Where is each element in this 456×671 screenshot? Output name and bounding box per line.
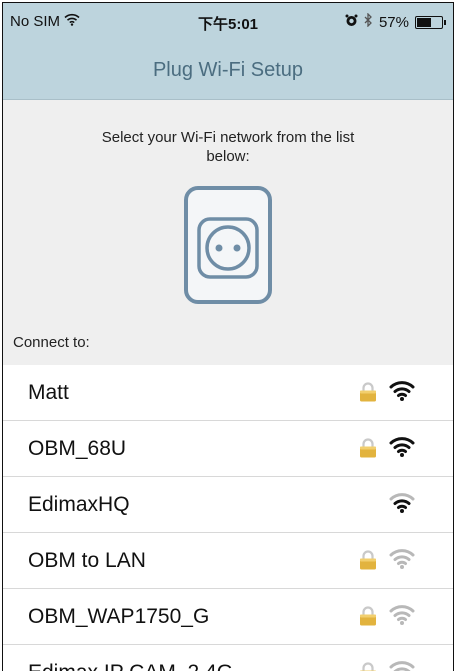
screen: No SIM 下午5:01	[2, 2, 454, 671]
battery-percent: 57%	[379, 14, 409, 31]
setup-panel: Select your Wi-Fi network from the list …	[3, 100, 453, 365]
network-row[interactable]: Edimax IP CAM_2.4G	[3, 645, 453, 671]
wifi-signal-icon	[389, 548, 415, 575]
network-name: EdimaxHQ	[28, 493, 130, 517]
network-name: Matt	[28, 381, 69, 405]
network-name: OBM to LAN	[28, 549, 146, 573]
wifi-signal-icon	[389, 436, 415, 463]
alarm-icon	[345, 14, 358, 31]
bluetooth-icon	[364, 13, 373, 31]
network-row[interactable]: OBM_WAP1750_G	[3, 589, 453, 645]
instruction-text: Select your Wi-Fi network from the list …	[93, 128, 363, 166]
network-row[interactable]: EdimaxHQ	[3, 477, 453, 533]
lock-icon	[359, 606, 377, 631]
network-row[interactable]: OBM to LAN	[3, 533, 453, 589]
wifi-signal-icon	[389, 604, 415, 631]
connect-to-label: Connect to:	[13, 334, 90, 351]
network-row[interactable]: OBM_68U	[3, 421, 453, 477]
smart-plug-icon	[183, 185, 273, 310]
status-bar: No SIM 下午5:01	[3, 3, 453, 41]
battery-icon	[415, 16, 443, 29]
wifi-signal-icon	[389, 380, 415, 407]
network-list: Matt OBM_68U EdimaxHQ OBM to LAN OBM_WAP1750…	[3, 365, 453, 671]
network-name: OBM_WAP1750_G	[28, 605, 209, 629]
lock-icon	[359, 550, 377, 575]
wifi-signal-icon	[389, 492, 415, 519]
battery-fill	[417, 18, 431, 27]
status-right: 57%	[345, 13, 443, 31]
navigation-bar: Plug Wi-Fi Setup	[3, 41, 453, 100]
lock-icon	[359, 382, 377, 407]
page-title: Plug Wi-Fi Setup	[3, 59, 453, 82]
network-name: OBM_68U	[28, 437, 126, 461]
lock-icon	[359, 438, 377, 463]
wifi-signal-icon	[389, 660, 415, 671]
network-row[interactable]: Matt	[3, 365, 453, 421]
